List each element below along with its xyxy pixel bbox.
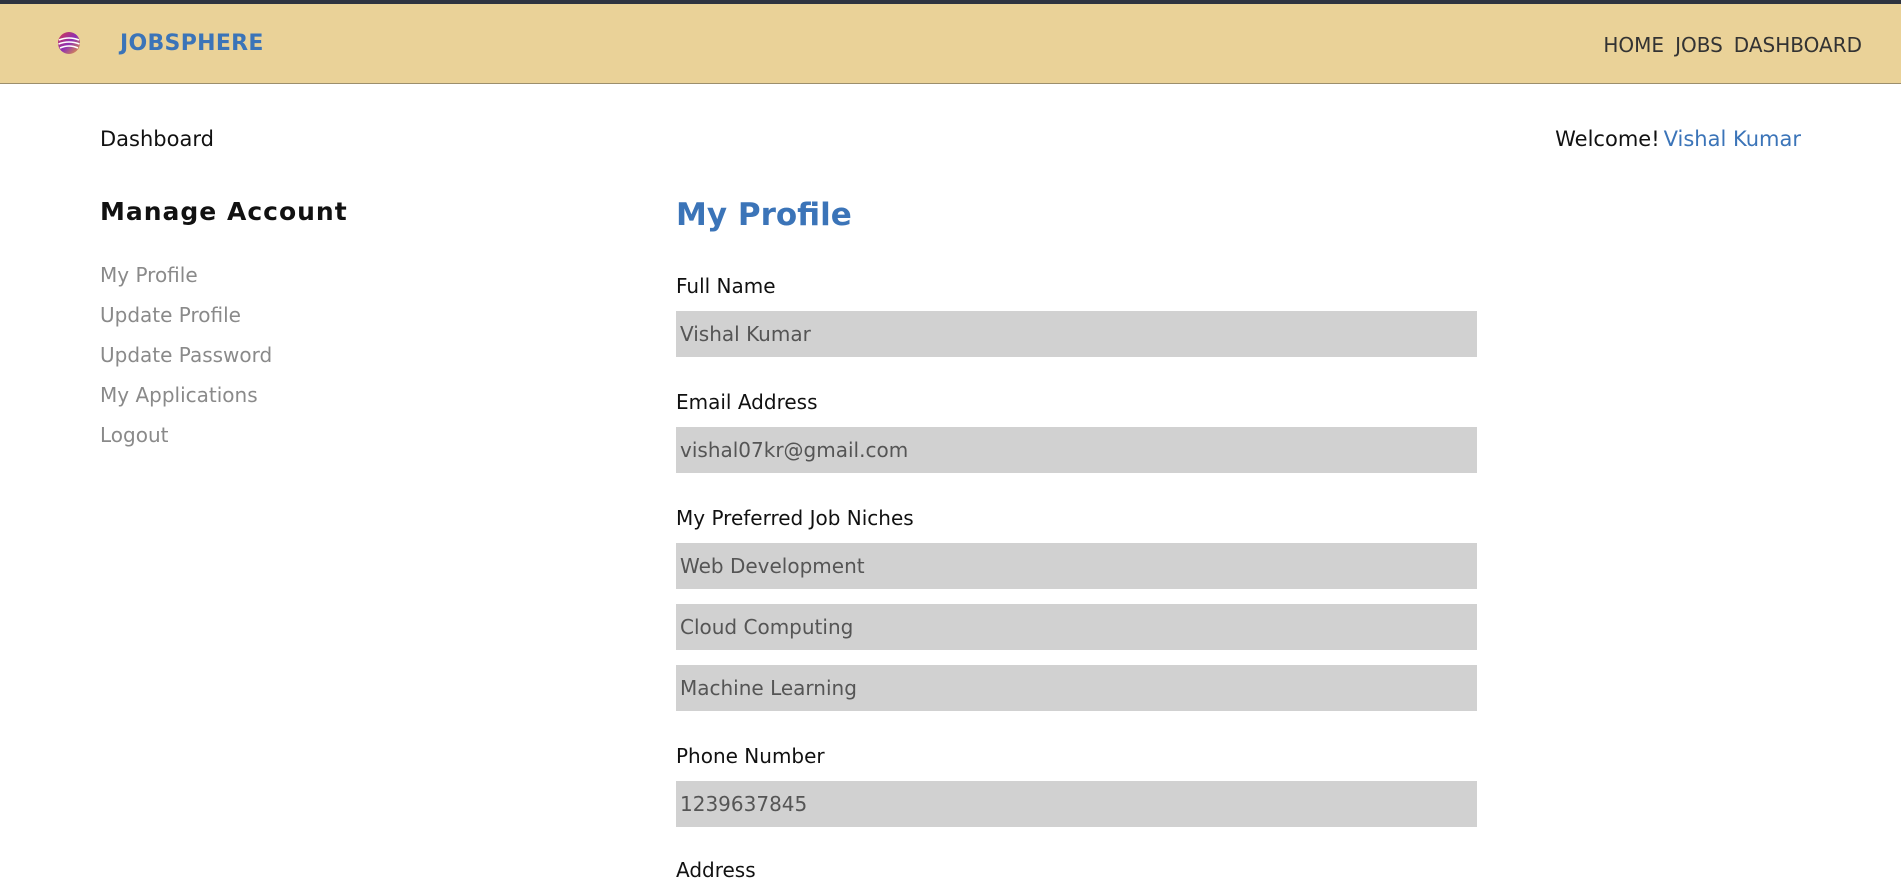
- globe-icon[interactable]: [56, 30, 82, 56]
- nav-jobs-link[interactable]: JOBS: [1675, 33, 1723, 57]
- profile-heading: My Profile: [676, 197, 852, 233]
- welcome-label: Welcome!: [1555, 127, 1660, 151]
- sidebar-item-my-profile[interactable]: My Profile: [100, 262, 272, 288]
- phone-field[interactable]: [676, 781, 1477, 827]
- nav-dashboard-link[interactable]: DASHBOARD: [1734, 33, 1862, 57]
- niche-field-2[interactable]: [676, 604, 1477, 650]
- email-field[interactable]: [676, 427, 1477, 473]
- sidebar-menu: My Profile Update Profile Update Passwor…: [100, 262, 272, 448]
- nav-home-link[interactable]: HOME: [1603, 33, 1664, 57]
- nav-links: HOME JOBS DASHBOARD: [1603, 33, 1862, 57]
- user-name: Vishal Kumar: [1663, 127, 1801, 151]
- email-label: Email Address: [676, 390, 818, 414]
- full-name-label: Full Name: [676, 274, 776, 298]
- sidebar-item-update-password[interactable]: Update Password: [100, 342, 272, 368]
- niche-field-1[interactable]: [676, 543, 1477, 589]
- sidebar-item-update-profile[interactable]: Update Profile: [100, 302, 272, 328]
- phone-label: Phone Number: [676, 744, 825, 768]
- address-label: Address: [676, 858, 756, 882]
- niches-label: My Preferred Job Niches: [676, 506, 914, 530]
- full-name-field[interactable]: [676, 311, 1477, 357]
- welcome-message: Welcome! Vishal Kumar: [1555, 127, 1801, 151]
- brand-name[interactable]: JOBSPHERE: [120, 31, 264, 56]
- page-title: Dashboard: [100, 127, 214, 151]
- niche-field-3[interactable]: [676, 665, 1477, 711]
- navbar: JOBSPHERE HOME JOBS DASHBOARD: [0, 4, 1901, 84]
- sidebar-item-my-applications[interactable]: My Applications: [100, 382, 272, 408]
- sidebar-item-logout[interactable]: Logout: [100, 422, 272, 448]
- sidebar-title: Manage Account: [100, 197, 348, 226]
